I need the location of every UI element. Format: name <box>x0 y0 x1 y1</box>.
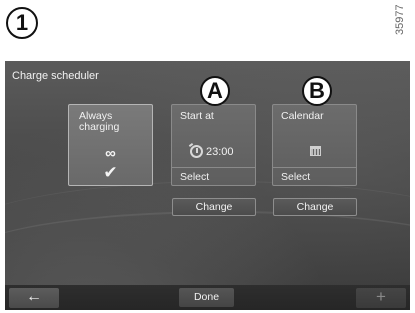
divider <box>273 167 356 168</box>
select-label: Select <box>281 171 311 183</box>
checkmark-icon: ✔ <box>103 163 118 182</box>
figure-reference-code: 35977 <box>394 4 406 35</box>
screen-title: Charge scheduler <box>12 70 99 82</box>
option-start-at[interactable]: Start at 23:00 Select <box>171 104 256 186</box>
figure-number: 1 <box>15 10 29 35</box>
bottom-bar: ← Done + <box>5 285 410 310</box>
change-start-time-button[interactable]: Change <box>172 198 256 216</box>
callout-a: A <box>200 76 230 106</box>
option-calendar[interactable]: Calendar Select <box>272 104 357 186</box>
option-label: Calendar <box>281 110 324 122</box>
plus-icon: + <box>376 287 386 306</box>
option-label: Always charging <box>79 110 120 133</box>
select-label: Select <box>180 171 210 183</box>
option-label: Start at <box>180 110 214 122</box>
clock-icon <box>190 145 203 158</box>
start-time-value: 23:00 <box>206 145 234 158</box>
arrow-left-icon: ← <box>26 288 42 305</box>
option-always-charging[interactable]: Always charging ∞ ✔ <box>68 104 153 186</box>
add-button[interactable]: + <box>356 288 406 308</box>
callout-b: B <box>302 76 332 106</box>
figure-number-badge: 1 <box>6 7 38 39</box>
done-button[interactable]: Done <box>179 288 234 307</box>
calendar-icon <box>310 146 321 156</box>
back-button[interactable]: ← <box>9 288 59 308</box>
change-calendar-button[interactable]: Change <box>273 198 357 216</box>
charge-scheduler-screen: Charge scheduler Always charging ∞ ✔ Sta… <box>5 61 410 310</box>
infinity-icon: ∞ <box>105 145 116 162</box>
divider <box>172 167 255 168</box>
start-time: 23:00 <box>190 145 234 158</box>
